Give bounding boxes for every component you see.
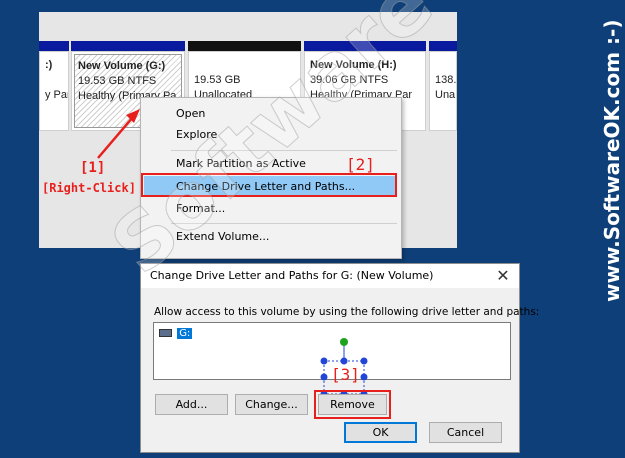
annotation-step3: [3] [331, 365, 360, 384]
volume-header-bar [304, 41, 426, 51]
dialog-title: Change Drive Letter and Paths for G: (Ne… [150, 269, 434, 282]
annotation-box-change-drive-letter [141, 173, 397, 197]
add-button[interactable]: Add... [155, 394, 228, 415]
volume-name: :) [45, 59, 53, 71]
volume-name [435, 58, 451, 73]
volume-status: y Par [45, 89, 69, 101]
change-button[interactable]: Change... [235, 394, 308, 415]
list-item[interactable]: G: [159, 328, 193, 342]
annotation-step1-caption: [Right-Click] [42, 181, 136, 195]
annotation-box-remove [314, 390, 391, 419]
volume-header-bar [71, 41, 185, 51]
ok-button[interactable]: OK [344, 422, 417, 443]
menu-separator [171, 223, 397, 224]
volume-name: New Volume (H:) [310, 59, 397, 71]
volume-size: 39.06 GB NTFS [310, 74, 389, 86]
volume-size [45, 73, 63, 88]
close-icon[interactable]: ✕ [493, 266, 513, 285]
dialog-titlebar[interactable]: Change Drive Letter and Paths for G: (Ne… [141, 264, 519, 288]
volume-name: New Volume (G:) [78, 60, 166, 72]
volume-header-bar [429, 41, 457, 51]
drive-icon [159, 329, 172, 337]
cancel-button[interactable]: Cancel [429, 422, 502, 443]
volume-size: 19.53 GB [194, 74, 241, 86]
watermark-side: www.SoftwareOK.com :-) [600, 19, 624, 303]
menu-item-explore[interactable]: Explore [144, 124, 397, 145]
volume-card[interactable]: :) y Par [39, 51, 69, 131]
menu-item-format[interactable]: Format... [144, 198, 397, 219]
drive-path-label: G: [177, 328, 193, 339]
dialog-instruction: Allow access to this volume by using the… [154, 306, 540, 318]
menu-separator [171, 150, 397, 151]
volume-header-bar [39, 41, 69, 51]
volume-card[interactable]: 138. Una [429, 51, 457, 131]
menu-item-extend-volume[interactable]: Extend Volume... [144, 226, 397, 247]
volume-size: 138. [435, 74, 457, 86]
volume-status: Una [435, 89, 456, 101]
volume-header-bar [188, 41, 301, 51]
volume-name [194, 58, 295, 73]
volume-size: 19.53 GB NTFS [78, 75, 157, 87]
annotation-step2: [2] [346, 155, 375, 174]
menu-item-open[interactable]: Open [144, 103, 397, 124]
annotation-step1: [1] [80, 160, 106, 176]
change-drive-letter-dialog: Change Drive Letter and Paths for G: (Ne… [140, 263, 539, 453]
